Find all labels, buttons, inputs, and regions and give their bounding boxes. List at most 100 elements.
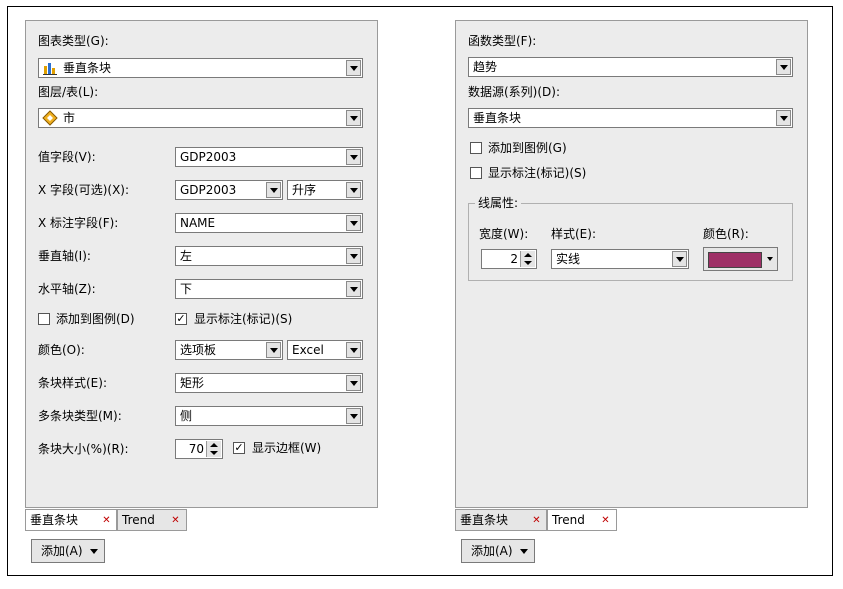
left-panel: 图表类型(G): 垂直条块 图层/表(L): 市 值字段(V): GDP2003… [25, 20, 378, 508]
x-label-field-label: X 标注字段(F): [38, 216, 119, 230]
tab-vertical-bar[interactable]: 垂直条块 ✕ [455, 509, 547, 531]
style-label: 样式(E): [551, 227, 596, 241]
vertical-axis-select[interactable]: 左 [175, 246, 363, 266]
stepper-arrows-icon[interactable] [206, 441, 221, 457]
x-label-field-value: NAME [180, 216, 216, 230]
width-label: 宽度(W): [479, 227, 529, 241]
layer-icon [42, 110, 58, 126]
chevron-down-icon[interactable] [266, 182, 281, 198]
chevron-down-icon[interactable] [776, 110, 791, 126]
chevron-down-icon[interactable] [346, 215, 361, 231]
tab-label: Trend [552, 513, 585, 527]
line-style-select[interactable]: 实线 [551, 249, 689, 269]
chevron-down-icon[interactable] [346, 110, 361, 126]
value-field-label: 值字段(V): [38, 150, 96, 164]
show-labels-label: 显示标注(标记)(S) [194, 312, 293, 326]
value-field-select[interactable]: GDP2003 [175, 147, 363, 167]
close-icon[interactable]: ✕ [531, 515, 542, 526]
tab-trend[interactable]: Trend ✕ [117, 509, 187, 531]
function-type-select[interactable]: 趋势 [468, 57, 793, 77]
horizontal-axis-select[interactable]: 下 [175, 279, 363, 299]
line-properties-caption: 线属性: [475, 195, 522, 211]
add-button-label: 添加(A) [41, 544, 83, 558]
chart-type-value: 垂直条块 [63, 61, 112, 75]
chevron-down-icon[interactable] [346, 182, 361, 198]
x-field-value: GDP2003 [180, 183, 237, 197]
stepper-arrows-icon[interactable] [520, 251, 535, 267]
palette-select[interactable]: Excel [287, 340, 363, 360]
tab-label: Trend [122, 513, 155, 527]
chart-type-label: 图表类型(G): [38, 34, 109, 48]
chevron-down-icon[interactable] [346, 375, 361, 391]
left-tab-bar: 垂直条块 ✕ Trend ✕ [25, 509, 378, 531]
sort-order-value: 升序 [292, 183, 317, 197]
line-color-picker[interactable] [703, 247, 778, 271]
multi-bar-type-label: 多条块类型(M): [38, 409, 122, 423]
show-labels-label: 显示标注(标记)(S) [488, 166, 587, 180]
add-legend-checkbox[interactable] [470, 142, 482, 154]
bar-size-stepper[interactable]: 70 [175, 439, 223, 459]
tab-label: 垂直条块 [30, 513, 79, 527]
chevron-down-icon[interactable] [346, 149, 361, 165]
chevron-down-icon [90, 549, 98, 554]
show-labels-checkbox[interactable] [470, 167, 482, 179]
tab-label: 垂直条块 [460, 513, 509, 527]
show-border-checkbox[interactable]: ✓ [233, 442, 245, 454]
chart-type-select[interactable]: 垂直条块 [38, 58, 363, 78]
color-scheme-value: 选项板 [180, 343, 217, 357]
width-stepper[interactable]: 2 [481, 249, 537, 269]
line-style-value: 实线 [556, 252, 581, 266]
add-button[interactable]: 添加(A) [461, 539, 535, 563]
tab-vertical-bar[interactable]: 垂直条块 ✕ [25, 509, 117, 531]
show-labels-checkbox[interactable]: ✓ [175, 313, 187, 325]
sort-order-select[interactable]: 升序 [287, 180, 363, 200]
function-type-value: 趋势 [473, 60, 498, 74]
show-border-label: 显示边框(W) [252, 441, 322, 455]
color-swatch [708, 252, 762, 268]
tab-trend[interactable]: Trend ✕ [547, 509, 617, 531]
x-label-field-select[interactable]: NAME [175, 213, 363, 233]
close-icon[interactable]: ✕ [101, 515, 112, 526]
vertical-axis-value: 左 [180, 249, 193, 263]
bar-size-label: 条块大小(%)(R): [38, 442, 129, 456]
chevron-down-icon[interactable] [346, 408, 361, 424]
layer-select[interactable]: 市 [38, 108, 363, 128]
chevron-down-icon[interactable] [672, 251, 687, 267]
data-source-select[interactable]: 垂直条块 [468, 108, 793, 128]
add-button[interactable]: 添加(A) [31, 539, 105, 563]
chevron-down-icon[interactable] [346, 281, 361, 297]
data-source-label: 数据源(系列)(D): [468, 85, 561, 99]
bar-style-value: 矩形 [180, 376, 205, 390]
chevron-down-icon[interactable] [346, 60, 361, 76]
value-field-value: GDP2003 [180, 150, 237, 164]
layer-label: 图层/表(L): [38, 85, 99, 99]
x-field-select[interactable]: GDP2003 [175, 180, 283, 200]
color-label: 颜色(R): [703, 227, 749, 241]
add-legend-label: 添加到图例(D) [56, 312, 135, 326]
width-value: 2 [510, 252, 518, 266]
palette-value: Excel [292, 343, 324, 357]
x-field-label: X 字段(可选)(X): [38, 183, 130, 197]
chevron-down-icon[interactable] [776, 59, 791, 75]
line-properties-group: 线属性: 宽度(W): 2 样式(E): 实线 颜色(R): [468, 195, 793, 281]
bar-style-select[interactable]: 矩形 [175, 373, 363, 393]
add-legend-label: 添加到图例(G) [488, 141, 567, 155]
bar-size-value: 70 [188, 442, 204, 456]
close-icon[interactable]: ✕ [170, 515, 181, 526]
right-tab-bar: 垂直条块 ✕ Trend ✕ [455, 509, 808, 531]
chevron-down-icon[interactable] [346, 342, 361, 358]
color-scheme-select[interactable]: 选项板 [175, 340, 283, 360]
multi-bar-type-select[interactable]: 侧 [175, 406, 363, 426]
bar-style-label: 条块样式(E): [38, 376, 107, 390]
add-legend-checkbox[interactable] [38, 313, 50, 325]
vertical-axis-label: 垂直轴(I): [38, 249, 91, 263]
chevron-down-icon[interactable] [346, 248, 361, 264]
horizontal-axis-label: 水平轴(Z): [38, 282, 96, 296]
chevron-down-icon[interactable] [266, 342, 281, 358]
horizontal-axis-value: 下 [180, 282, 193, 296]
multi-bar-type-value: 侧 [180, 409, 193, 423]
function-type-label: 函数类型(F): [468, 34, 537, 48]
close-icon[interactable]: ✕ [600, 515, 611, 526]
chevron-down-icon [767, 257, 773, 261]
right-panel: 函数类型(F): 趋势 数据源(系列)(D): 垂直条块 添加到图例(G) 显示… [455, 20, 808, 508]
